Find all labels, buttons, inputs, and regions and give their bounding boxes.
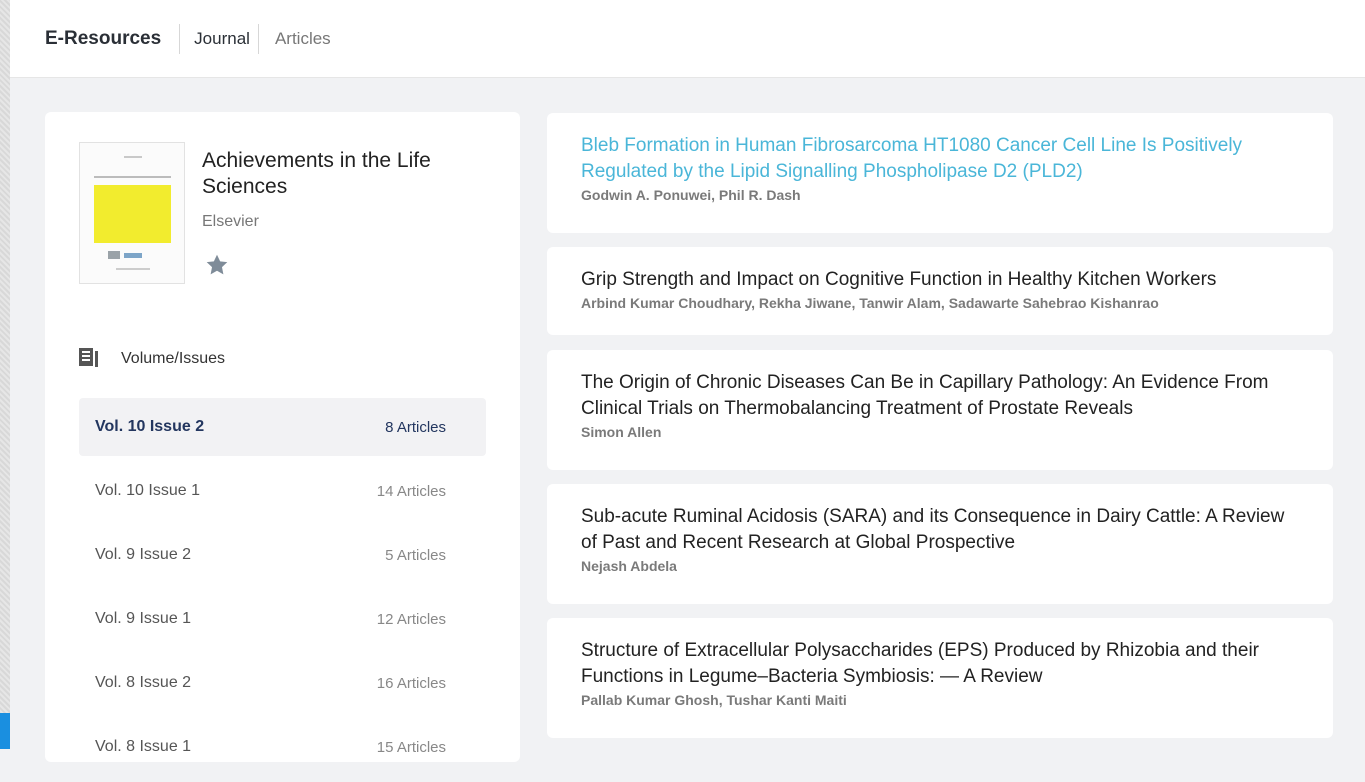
issue-article-count: 5 Articles	[385, 546, 446, 564]
issue-item[interactable]: Vol. 10 Issue 1 14 Articles	[79, 462, 486, 520]
nav-journal-link[interactable]: Journal	[194, 29, 250, 49]
top-navigation-bar: E-Resources Journal Articles	[10, 0, 1365, 78]
journal-title: Achievements in the Life Sciences	[202, 149, 431, 198]
issue-article-count: 12 Articles	[376, 610, 446, 628]
volume-issues-heading: Volume/Issues	[121, 350, 226, 367]
issue-name: Vol. 8 Issue 1	[95, 738, 192, 755]
journal-publisher: Elsevier	[202, 213, 259, 230]
issue-name: Vol. 10 Issue 2	[95, 418, 205, 435]
star-icon[interactable]	[204, 252, 230, 278]
brand-label[interactable]: E-Resources	[45, 28, 161, 50]
issue-item-selected[interactable]: Vol. 10 Issue 2 8 Articles	[79, 398, 486, 456]
article-authors: Godwin A. Ponuwei, Phil R. Dash	[581, 187, 801, 203]
article-authors: Arbind Kumar Choudhary, Rekha Jiwane, Ta…	[581, 295, 1159, 311]
issue-list: Vol. 10 Issue 2 8 Articles Vol. 10 Issue…	[79, 398, 486, 782]
journal-cover-image[interactable]	[79, 142, 185, 284]
article-title-link[interactable]: Structure of Extracellular Polysaccharid…	[581, 638, 1299, 690]
article-card: Structure of Extracellular Polysaccharid…	[547, 618, 1333, 738]
article-title-link[interactable]: Bleb Formation in Human Fibrosarcoma HT1…	[581, 133, 1299, 185]
article-card: The Origin of Chronic Diseases Can Be in…	[547, 350, 1333, 470]
issue-article-count: 15 Articles	[376, 738, 446, 756]
issue-name: Vol. 10 Issue 1	[95, 482, 200, 499]
issue-name: Vol. 8 Issue 2	[95, 674, 192, 691]
issue-item[interactable]: Vol. 9 Issue 1 12 Articles	[79, 590, 486, 648]
article-card: Sub-acute Ruminal Acidosis (SARA) and it…	[547, 484, 1333, 604]
article-authors: Pallab Kumar Ghosh, Tushar Kanti Maiti	[581, 692, 847, 708]
article-card: Bleb Formation in Human Fibrosarcoma HT1…	[547, 113, 1333, 233]
issue-article-count: 8 Articles	[385, 418, 446, 436]
nav-articles-link[interactable]: Articles	[275, 29, 331, 49]
volume-issues-header: Volume/Issues	[79, 348, 225, 370]
article-card: Grip Strength and Impact on Cognitive Fu…	[547, 247, 1333, 335]
issue-name: Vol. 9 Issue 2	[95, 546, 192, 563]
article-authors: Simon Allen	[581, 424, 662, 440]
article-title-link[interactable]: Sub-acute Ruminal Acidosis (SARA) and it…	[581, 504, 1299, 556]
issue-article-count: 14 Articles	[376, 482, 446, 500]
nav-divider	[257, 23, 259, 54]
issue-name: Vol. 9 Issue 1	[95, 610, 192, 627]
issue-item[interactable]: Vol. 8 Issue 2 16 Articles	[79, 654, 486, 712]
left-edge-strip	[0, 0, 10, 749]
article-authors: Nejash Abdela	[581, 558, 677, 574]
article-title-link[interactable]: Grip Strength and Impact on Cognitive Fu…	[581, 267, 1299, 293]
issue-item[interactable]: Vol. 8 Issue 1 15 Articles	[79, 718, 486, 776]
nav-divider	[179, 23, 181, 54]
blue-edge-block	[0, 713, 10, 749]
document-list-icon	[79, 348, 98, 367]
journal-info-card: Achievements in the Life Sciences Elsevi…	[45, 112, 520, 762]
issue-item[interactable]: Vol. 9 Issue 2 5 Articles	[79, 526, 486, 584]
article-title-link[interactable]: The Origin of Chronic Diseases Can Be in…	[581, 370, 1299, 422]
issue-article-count: 16 Articles	[376, 674, 446, 692]
